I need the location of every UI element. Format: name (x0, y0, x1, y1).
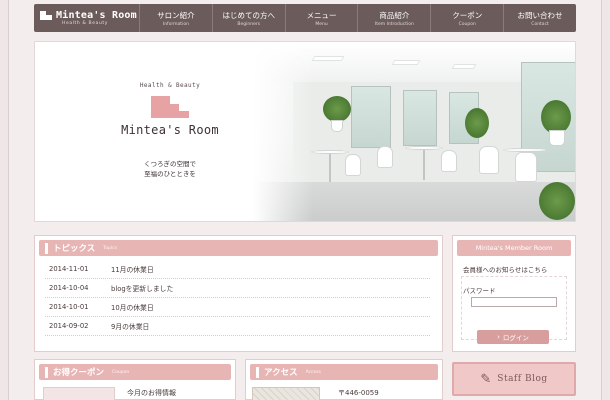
topic-text: 11月の休業日 (111, 266, 154, 274)
topics-title-en: Topics (103, 245, 117, 251)
hero-logo-icon (151, 96, 189, 118)
coupon-text[interactable]: 今月のお得情報 (127, 388, 176, 398)
header-bar-icon (256, 366, 259, 378)
chair (377, 146, 393, 168)
topic-item[interactable]: 2014-11-01 11月の休業日 (45, 260, 430, 279)
plant (539, 182, 575, 220)
logo-mark-icon (40, 11, 52, 20)
coupon-title-en: Coupon (112, 369, 130, 375)
nav-item-information[interactable]: サロン紹介 Information (140, 4, 213, 32)
topic-item[interactable]: 2014-10-01 10月の休業日 (45, 298, 430, 317)
nav-item-sublabel: Information (162, 21, 189, 27)
plant-pot (331, 120, 343, 132)
nav-item-label: サロン紹介 (157, 10, 195, 20)
nav-item-items[interactable]: 商品紹介 Item Introduction (358, 4, 432, 32)
topic-text: blogを更新しました (111, 285, 174, 293)
plant (465, 108, 489, 138)
access-panel: アクセス Access 〒446-0059 (245, 359, 443, 400)
hero-subtitle: Health & Beauty (139, 82, 201, 89)
photo-fade (253, 42, 313, 221)
chair (441, 150, 457, 172)
nav-item-sublabel: Contact (531, 21, 549, 27)
global-nav: Mintea's Room Health & Beauty サロン紹介 Info… (34, 4, 576, 32)
access-title: アクセス (264, 368, 298, 378)
hero-tagline-line2: 至福のひとときを (144, 170, 196, 178)
nav-item-label: メニュー (306, 10, 337, 20)
topics-list: 2014-11-01 11月の休業日 2014-10-04 blogを更新しまし… (45, 260, 430, 336)
chair (479, 146, 499, 174)
hero-tagline: くつろぎの空間で 至福のひとときを (95, 159, 245, 179)
access-header: アクセス Access (250, 364, 438, 380)
nav-item-sublabel: Beginners (237, 21, 261, 27)
topics-header: トピックス Topics (39, 240, 438, 256)
password-label: パスワード (463, 287, 496, 295)
topics-panel: トピックス Topics 2014-11-01 11月の休業日 2014-10-… (34, 235, 443, 352)
coupon-panel: お得クーポン Coupon 今月のお得情報 (34, 359, 236, 400)
room-window (351, 86, 391, 148)
nav-item-label: クーポン (452, 10, 483, 20)
password-input[interactable] (471, 297, 557, 307)
cafe-table-stem (329, 154, 331, 182)
nav-item-sublabel: Menu (315, 21, 328, 27)
plant (541, 100, 571, 134)
access-title-en: Access (305, 369, 321, 375)
pencil-icon: ✎ (480, 371, 492, 387)
nav-item-contact[interactable]: お問い合わせ Contact (504, 4, 576, 32)
member-room-panel: Mintea's Member Room 会員様へのお知らせはこちら パスワード… (452, 235, 576, 352)
nav-item-menu[interactable]: メニュー Menu (286, 4, 359, 32)
topic-date: 2014-11-01 (49, 265, 89, 273)
plant-pot (549, 130, 565, 146)
access-map[interactable] (252, 387, 320, 400)
arrow-right-icon: › (497, 333, 500, 341)
nav-item-label: はじめての方へ (222, 10, 275, 20)
header-bar-icon (45, 242, 48, 254)
coupon-title: お得クーポン (53, 368, 105, 378)
hero-name: Mintea's Room (121, 123, 219, 137)
access-zip: 〒446-0059 (338, 389, 379, 397)
cafe-table-stem (423, 150, 425, 180)
salon-photo (253, 42, 575, 221)
hero-tagline-line1: くつろぎの空間で (144, 160, 196, 168)
topic-item[interactable]: 2014-10-04 blogを更新しました (45, 279, 430, 298)
nav-item-label: 商品紹介 (379, 10, 410, 20)
nav-item-coupon[interactable]: クーポン Coupon (431, 4, 505, 32)
header-logo[interactable]: Mintea's Room Health & Beauty (34, 4, 140, 32)
topic-date: 2014-10-01 (49, 303, 89, 311)
nav-item-label: お問い合わせ (517, 10, 563, 20)
login-button[interactable]: › ログイン (477, 330, 549, 344)
hero-brand: Health & Beauty Mintea's Room くつろぎの空間で 至… (95, 82, 245, 179)
topic-item[interactable]: 2014-09-02 9月の休業日 (45, 317, 430, 336)
nav-item-sublabel: Coupon (458, 21, 476, 27)
login-label: ログイン (502, 334, 529, 342)
room-window (403, 90, 437, 146)
topic-text: 10月の休業日 (111, 304, 154, 312)
member-notice[interactable]: 会員様へのお知らせはこちら (463, 264, 547, 274)
nav-item-sublabel: Item Introduction (374, 21, 414, 27)
member-room-title: Mintea's Member Room (457, 240, 571, 256)
chair (345, 154, 361, 176)
ceiling-light (311, 56, 345, 61)
logo-subtitle: Health & Beauty (62, 21, 109, 26)
hero-banner: Health & Beauty Mintea's Room くつろぎの空間で 至… (34, 41, 576, 222)
coupon-header: お得クーポン Coupon (39, 364, 231, 380)
ceiling-light (451, 64, 477, 69)
plant (323, 96, 351, 122)
coupon-image[interactable] (43, 387, 115, 400)
staff-blog-label: Staff Blog (497, 374, 548, 384)
chair (515, 152, 537, 182)
topic-date: 2014-09-02 (49, 322, 89, 330)
header-bar-icon (45, 366, 48, 378)
nav-item-beginners[interactable]: はじめての方へ Beginners (213, 4, 286, 32)
topics-title: トピックス (53, 244, 96, 254)
staff-blog-button[interactable]: ✎ Staff Blog (452, 362, 576, 396)
topic-text: 9月の休業日 (111, 323, 150, 331)
topic-date: 2014-10-04 (49, 284, 89, 292)
logo-name: Mintea's Room (56, 10, 137, 21)
ceiling-light (391, 60, 421, 65)
